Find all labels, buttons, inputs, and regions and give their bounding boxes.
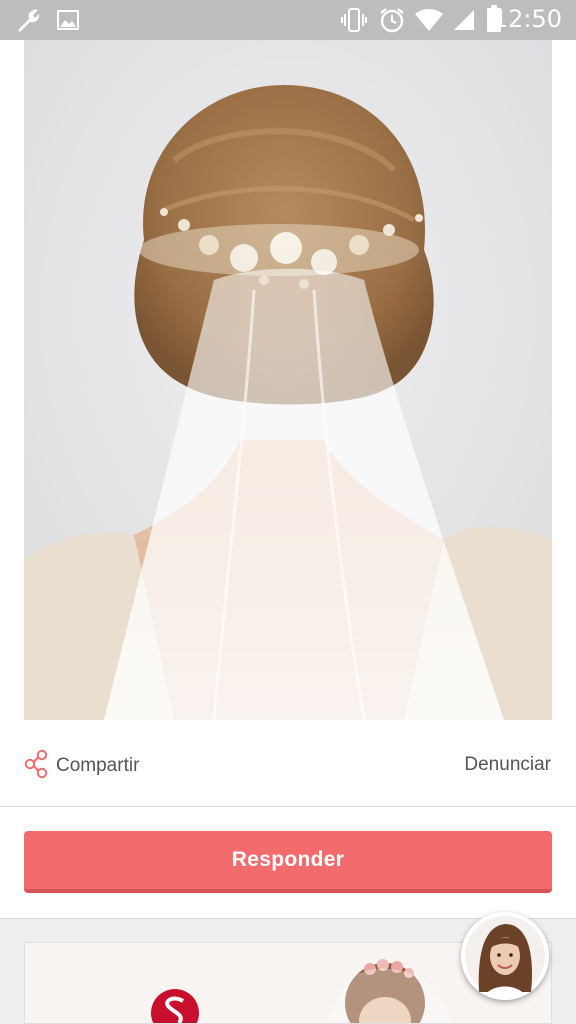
bride-veil-photo (24, 40, 552, 720)
post-photo[interactable] (24, 40, 552, 720)
status-time: 12:50 (492, 5, 562, 33)
wrench-icon (14, 6, 42, 39)
post-actions: Compartir Denunciar (0, 720, 576, 806)
signal-icon (452, 8, 476, 37)
share-label: Compartir (56, 755, 140, 776)
alarm-icon (378, 6, 406, 39)
status-bar: 12:50 (0, 0, 576, 40)
image-icon (56, 8, 80, 37)
divider (0, 806, 576, 807)
share-button[interactable]: Compartir (24, 749, 140, 784)
wifi-icon (414, 8, 444, 37)
avatar[interactable] (461, 912, 549, 1000)
avatar-photo (461, 912, 549, 1000)
vibrate-icon (340, 7, 368, 38)
report-link[interactable]: Denunciar (464, 754, 551, 776)
reply-button[interactable]: Responder (24, 831, 552, 893)
share-icon (24, 749, 50, 784)
